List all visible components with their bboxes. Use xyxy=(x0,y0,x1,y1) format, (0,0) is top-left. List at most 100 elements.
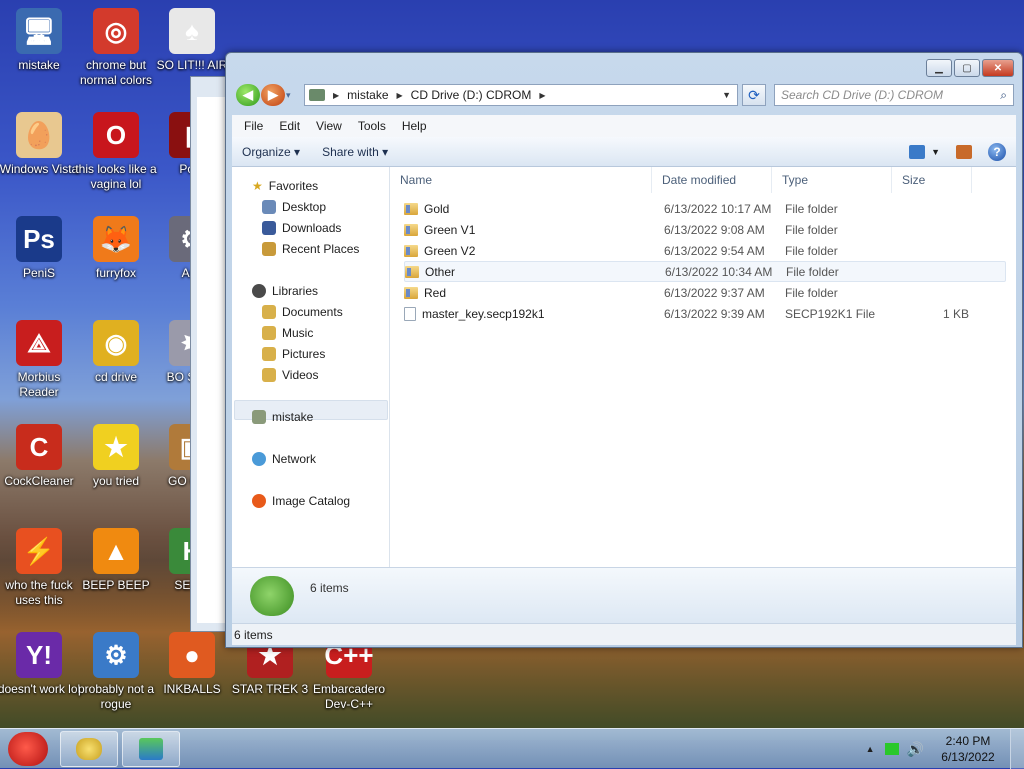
nav-recent-places[interactable]: Recent Places xyxy=(262,242,359,256)
desktop-icon-so-lit-air[interactable]: ♠ SO LIT!!! AIR xyxy=(150,8,234,73)
breadcrumb-arrow-icon[interactable]: ▶ xyxy=(539,91,545,100)
desktop-icon-label: Embarcadero Dev-C++ xyxy=(312,682,386,711)
star-icon: ★ xyxy=(252,179,263,193)
breadcrumb-cd-drive[interactable]: CD Drive (D:) CDROM xyxy=(411,88,532,102)
desktop-icon-label: CockCleaner xyxy=(4,474,74,488)
search-placeholder: Search CD Drive (D:) CDROM xyxy=(781,88,944,102)
file-type: SECP192K1 File xyxy=(785,306,876,321)
search-icon[interactable]: ⌕ xyxy=(1000,88,1007,103)
file-type: File folder xyxy=(785,285,838,300)
file-name: Other xyxy=(425,264,456,279)
pictures-icon xyxy=(262,347,276,361)
show-desktop-button[interactable] xyxy=(1010,729,1024,769)
desktop-icon-cd-drive[interactable]: ◉ cd drive xyxy=(74,320,158,385)
desktop-icon-label: cd drive xyxy=(94,370,138,384)
file-row[interactable]: Gold 6/13/2022 10:17 AM File folder xyxy=(404,198,1006,219)
nav-desktop[interactable]: Desktop xyxy=(262,200,326,214)
column-size[interactable]: Size xyxy=(892,167,972,193)
show-hidden-icons-icon[interactable]: ▲ xyxy=(866,744,875,754)
search-input[interactable]: Search CD Drive (D:) CDROM ⌕ xyxy=(774,84,1014,106)
column-name[interactable]: Name xyxy=(390,167,652,193)
desktop-icon-label: chrome but normal colors xyxy=(79,58,153,87)
app-icon: ♠ xyxy=(169,8,215,54)
nav-music[interactable]: Music xyxy=(262,326,313,340)
app-icon: ⚡ xyxy=(16,528,62,574)
explorer-window[interactable]: ▁ ▢ ✕ ◀ ▶ ▾ ▶ mistake ▶ CD Drive (D:) CD… xyxy=(225,52,1023,648)
file-name: Gold xyxy=(424,201,450,216)
nav-downloads[interactable]: Downloads xyxy=(262,221,341,235)
maximize-button[interactable]: ▢ xyxy=(954,59,980,77)
nav-image-catalog[interactable]: Image Catalog xyxy=(252,494,350,508)
menu-bar: File Edit View Tools Help xyxy=(232,115,1016,137)
forward-button[interactable]: ▶ xyxy=(261,84,285,106)
share-with-button[interactable]: Share with ▾ xyxy=(322,145,388,159)
desktop-icon-chrome-but-normal-colors[interactable]: ◎ chrome but normal colors xyxy=(74,8,158,88)
nav-videos[interactable]: Videos xyxy=(262,368,318,382)
file-type: File folder xyxy=(785,243,838,258)
breadcrumb-arrow-icon[interactable]: ▶ xyxy=(397,91,403,100)
desktop-icon-morbius-reader[interactable]: ⟁ Morbius Reader xyxy=(0,320,81,400)
desktop-icon-beep-beep[interactable]: ▲ BEEP BEEP xyxy=(74,528,158,593)
desktop-icon-windows-vista[interactable]: 🥚 Windows Vista xyxy=(0,112,81,177)
menu-view[interactable]: View xyxy=(308,119,350,133)
desktop-icon-label: this looks like a vagina lol xyxy=(75,162,157,191)
taskbar: ▲ 🔊 2:40 PM 6/13/2022 xyxy=(0,728,1024,769)
nav-mistake[interactable]: mistake xyxy=(252,410,313,424)
start-button[interactable] xyxy=(2,729,54,769)
clock[interactable]: 2:40 PM 6/13/2022 xyxy=(930,733,1006,765)
desktop-icon-label: probably not a rogue xyxy=(77,682,155,711)
desktop-icon-inkballs[interactable]: ● INKBALLS xyxy=(150,632,234,697)
close-button[interactable]: ✕ xyxy=(982,59,1014,77)
desktop-icon-doesn-t-work-lol[interactable]: Y! doesn't work lol xyxy=(0,632,81,697)
file-row[interactable]: Red 6/13/2022 9:37 AM File folder xyxy=(404,282,1006,303)
change-view-icon[interactable]: ▼ xyxy=(909,145,940,159)
address-dropdown-icon[interactable]: ▼ xyxy=(722,90,731,100)
address-bar[interactable]: ▶ mistake ▶ CD Drive (D:) CDROM ▶ ▼ xyxy=(304,84,738,106)
app-icon: ★ xyxy=(93,424,139,470)
status-item-count: 6 items xyxy=(234,627,273,642)
minimize-button[interactable]: ▁ xyxy=(926,59,952,77)
recent-pages-icon[interactable]: ▾ xyxy=(286,84,298,106)
nav-documents[interactable]: Documents xyxy=(262,305,343,319)
file-name: Green V1 xyxy=(424,222,476,237)
taskbar-app-1[interactable] xyxy=(60,731,118,767)
nav-libraries[interactable]: Libraries xyxy=(252,284,318,298)
file-list: Name Date modified Type Size Gold 6/13/20… xyxy=(390,167,1016,567)
help-icon[interactable]: ? xyxy=(988,143,1006,161)
volume-icon[interactable]: 🔊 xyxy=(907,741,924,758)
menu-help[interactable]: Help xyxy=(394,119,435,133)
nav-network[interactable]: Network xyxy=(252,452,316,466)
breadcrumb-arrow-icon[interactable]: ▶ xyxy=(333,91,339,100)
desktop-icon-who-the-fuck-uses-this[interactable]: ⚡ who the fuck uses this xyxy=(0,528,81,608)
column-date-modified[interactable]: Date modified xyxy=(652,167,772,193)
column-type[interactable]: Type xyxy=(772,167,892,193)
desktop-icon-you-tried[interactable]: ★ you tried xyxy=(74,424,158,489)
computer-icon xyxy=(309,89,325,101)
file-row[interactable]: Other 6/13/2022 10:34 AM File folder xyxy=(404,261,1006,282)
desktop-icon-penis[interactable]: Ps PeniS xyxy=(0,216,81,281)
file-row[interactable]: master_key.secp192k1 6/13/2022 9:39 AM SEC… xyxy=(404,303,1006,324)
desktop-icon-cockcleaner[interactable]: C CockCleaner xyxy=(0,424,81,489)
desktop-icon-probably-not-a-rogue[interactable]: ⚙ probably not a rogue xyxy=(74,632,158,712)
desktop-icon-this-looks-like-a-vagina-lol[interactable]: Othis looks like a vagina lol xyxy=(74,112,158,192)
organize-button[interactable]: Organize ▾ xyxy=(242,145,300,159)
background-window[interactable] xyxy=(190,76,230,632)
file-row[interactable]: Green V1 6/13/2022 9:08 AM File folder xyxy=(404,219,1006,240)
taskbar-app-2[interactable] xyxy=(122,731,180,767)
app-icon: Y! xyxy=(16,632,62,678)
desktop-icon-mistake[interactable]: 🖥 mistake xyxy=(0,8,81,73)
file-row[interactable]: Green V2 6/13/2022 9:54 AM File folder xyxy=(404,240,1006,261)
preview-pane-icon[interactable] xyxy=(956,145,972,159)
back-button[interactable]: ◀ xyxy=(236,84,260,106)
menu-file[interactable]: File xyxy=(236,119,271,133)
refresh-button[interactable]: ⟳ xyxy=(742,84,766,106)
desktop-icon-furryfox[interactable]: 🦊 furryfox xyxy=(74,216,158,281)
menu-tools[interactable]: Tools xyxy=(350,119,394,133)
app-icon: ▲ xyxy=(93,528,139,574)
nav-pictures[interactable]: Pictures xyxy=(262,347,325,361)
file-name: master_key.secp192k1 xyxy=(422,306,545,321)
menu-edit[interactable]: Edit xyxy=(271,119,308,133)
nav-favorites[interactable]: ★ Favorites xyxy=(252,179,318,193)
network-tray-icon[interactable] xyxy=(884,743,899,755)
breadcrumb-mistake[interactable]: mistake xyxy=(347,88,388,102)
